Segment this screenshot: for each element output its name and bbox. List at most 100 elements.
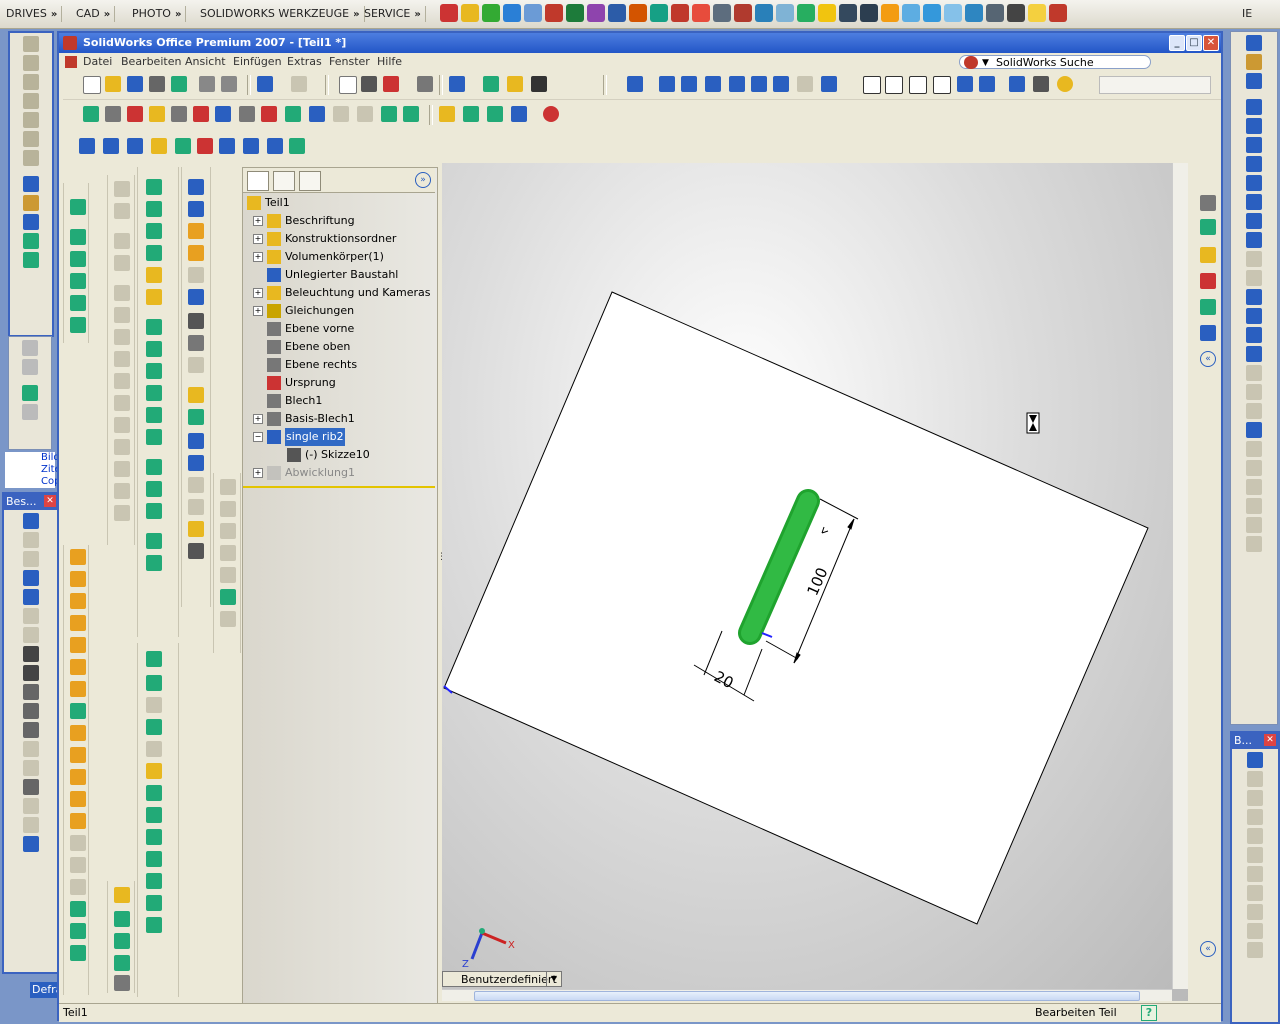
tree-node-gleichungen[interactable]: + Gleichungen xyxy=(243,302,433,320)
select-cursor-icon[interactable] xyxy=(339,76,357,94)
tree-node-konstruktionsordner[interactable]: + Konstruktionsordner xyxy=(243,230,433,248)
arc-icon[interactable] xyxy=(1246,213,1262,229)
annotation-tool-icon[interactable] xyxy=(23,798,39,814)
feature-icon[interactable] xyxy=(146,851,162,867)
tree-node-skizze10[interactable]: (-) Skizze10 xyxy=(243,446,433,464)
app-launch-icon[interactable] xyxy=(818,4,836,22)
feature-icon[interactable] xyxy=(70,273,86,289)
tool-icon[interactable] xyxy=(243,138,259,154)
close-icon[interactable]: ✕ xyxy=(1264,734,1276,746)
app-launch-icon[interactable] xyxy=(755,4,773,22)
traffic-light-icon[interactable] xyxy=(383,76,399,92)
sheetmetal-icon[interactable] xyxy=(70,857,86,873)
feature-icon[interactable] xyxy=(220,501,236,517)
folder-icon[interactable] xyxy=(1028,4,1046,22)
taskbar-item-drives[interactable]: DRIVES» xyxy=(2,6,63,22)
app-launch-icon[interactable] xyxy=(692,4,710,22)
record-macro-icon[interactable] xyxy=(127,106,143,122)
macro-icon[interactable] xyxy=(149,106,165,122)
sketch-tool-icon[interactable] xyxy=(23,214,39,230)
sketch-relation-icon[interactable] xyxy=(511,106,527,122)
mass-properties-icon[interactable] xyxy=(127,138,143,154)
sketch-tool-icon[interactable] xyxy=(23,252,39,268)
sketch-tool-icon[interactable] xyxy=(114,373,130,389)
sketch-icon[interactable] xyxy=(1246,479,1262,495)
pan-icon[interactable] xyxy=(773,76,789,92)
rib-icon[interactable] xyxy=(146,341,162,357)
tree-node-beschriftung[interactable]: + Beschriftung xyxy=(243,212,433,230)
sheetmetal-tool-icon[interactable] xyxy=(188,223,204,239)
feature-icon[interactable] xyxy=(146,763,162,779)
sketch-tool-icon[interactable] xyxy=(114,255,130,271)
menu-ansicht[interactable]: Ansicht xyxy=(185,55,226,68)
sketch-icon[interactable] xyxy=(1246,54,1262,70)
print-icon[interactable] xyxy=(149,76,165,92)
tool-icon[interactable] xyxy=(267,138,283,154)
expand-icon[interactable]: + xyxy=(253,414,263,424)
redo-icon[interactable] xyxy=(291,76,307,92)
macro-icon[interactable] xyxy=(285,106,301,122)
sheetmetal-icon[interactable] xyxy=(70,549,86,565)
note-icon[interactable] xyxy=(23,570,39,586)
maximize-icon[interactable]: □ xyxy=(1186,35,1202,51)
sketch-tool-icon[interactable] xyxy=(114,933,130,949)
check-icon[interactable] xyxy=(175,138,191,154)
sheetmetal-icon[interactable] xyxy=(70,681,86,697)
view-icon[interactable] xyxy=(23,93,39,109)
tree-node-ebene-oben[interactable]: Ebene oben xyxy=(243,338,433,356)
shaded-icon[interactable] xyxy=(957,76,973,92)
app-launch-icon[interactable] xyxy=(713,4,731,22)
horizontal-scrollbar[interactable] xyxy=(442,989,1172,1001)
select-icon[interactable] xyxy=(361,76,377,92)
circle-icon[interactable] xyxy=(1246,156,1262,172)
relation-icon[interactable] xyxy=(1247,885,1263,901)
feature-icon[interactable] xyxy=(70,251,86,267)
expand-icon[interactable]: + xyxy=(253,216,263,226)
spline-icon[interactable] xyxy=(1246,308,1262,324)
feature-icon[interactable] xyxy=(146,719,162,735)
zoom-fit-icon[interactable] xyxy=(659,76,675,92)
section-properties-icon[interactable] xyxy=(151,138,167,154)
stop-macro-icon[interactable] xyxy=(105,106,121,122)
app-launch-icon[interactable] xyxy=(902,4,920,22)
macro-icon[interactable] xyxy=(193,106,209,122)
sheetmetal-icon[interactable] xyxy=(70,791,86,807)
sheetmetal-tool-icon[interactable] xyxy=(188,179,204,195)
rotate-icon[interactable] xyxy=(751,76,767,92)
minimize-icon[interactable]: _ xyxy=(1169,35,1185,51)
collapse-icon[interactable]: − xyxy=(253,432,263,442)
shaded-icon[interactable] xyxy=(979,76,995,92)
macro-icon[interactable] xyxy=(403,106,419,122)
zoom-out-icon[interactable] xyxy=(729,76,745,92)
tab-feature-manager[interactable] xyxy=(247,171,269,191)
relation-icon[interactable] xyxy=(1247,752,1263,768)
sketch-relation-icon[interactable] xyxy=(439,106,455,122)
print-preview-icon[interactable] xyxy=(199,76,215,92)
relation-icon[interactable] xyxy=(1247,904,1263,920)
relation-icon[interactable] xyxy=(1247,809,1263,825)
sketch-icon[interactable] xyxy=(1246,35,1262,51)
extrude-icon[interactable] xyxy=(146,179,162,195)
defrag-taskbar-item[interactable]: Defra xyxy=(30,982,60,998)
feature-icon[interactable] xyxy=(146,807,162,823)
cut-icon[interactable] xyxy=(146,201,162,217)
shaded-edges-icon[interactable] xyxy=(933,76,951,94)
pdf-icon[interactable] xyxy=(671,4,689,22)
sheetmetal-icon[interactable] xyxy=(70,571,86,587)
statistics-icon[interactable] xyxy=(197,138,213,154)
sheetmetal-icon[interactable] xyxy=(70,923,86,939)
sketch-tool-icon[interactable] xyxy=(23,195,39,211)
spell-check-icon[interactable] xyxy=(79,138,95,154)
tree-node-ebene-rechts[interactable]: Ebene rechts xyxy=(243,356,433,374)
sketch-icon[interactable] xyxy=(1246,460,1262,476)
annotation-tool-icon[interactable] xyxy=(23,646,39,662)
collapse-pane-icon[interactable]: « xyxy=(1200,351,1216,367)
rectangle-icon[interactable] xyxy=(1246,118,1262,134)
app-launch-icon[interactable] xyxy=(860,4,878,22)
macro-icon[interactable] xyxy=(309,106,325,122)
macro-icon[interactable] xyxy=(357,106,373,122)
equations-icon[interactable] xyxy=(219,138,235,154)
mirror-icon[interactable] xyxy=(146,503,162,519)
tree-node-blech1[interactable]: Blech1 xyxy=(243,392,433,410)
measure-icon[interactable] xyxy=(103,138,119,154)
